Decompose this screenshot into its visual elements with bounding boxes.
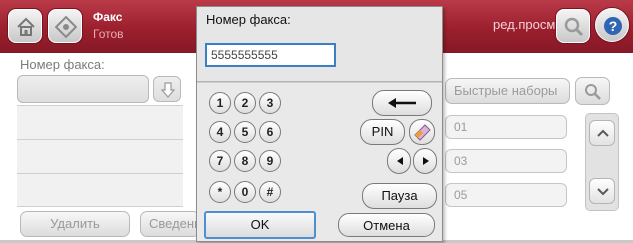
- key-star[interactable]: *: [209, 181, 231, 203]
- details-button[interactable]: Сведения: [140, 211, 200, 237]
- cursor-right-button[interactable]: [413, 148, 437, 174]
- cancel-button[interactable]: Отмена: [338, 213, 435, 237]
- delete-button[interactable]: Удалить: [20, 211, 130, 237]
- key-8[interactable]: 8: [234, 150, 256, 172]
- help-icon: ?: [602, 15, 624, 37]
- svg-text:?: ?: [609, 18, 618, 34]
- cursor-left-button[interactable]: [387, 148, 411, 174]
- clear-button[interactable]: [409, 119, 435, 145]
- dialog-title: Номер факса:: [206, 12, 291, 27]
- speed-dial-item[interactable]: 03: [445, 149, 567, 173]
- down-arrow-icon: [160, 81, 176, 99]
- speed-dial-search-button[interactable]: [575, 77, 610, 105]
- fax-number-label: Номер факса:: [20, 57, 105, 72]
- ok-button[interactable]: OK: [204, 211, 316, 239]
- search-icon: [563, 16, 585, 38]
- speed-dial-item[interactable]: 01: [445, 115, 567, 139]
- pause-button[interactable]: Пауза: [362, 183, 437, 209]
- key-0[interactable]: 0: [234, 181, 256, 203]
- key-1[interactable]: 1: [209, 92, 231, 114]
- app-title: Факс: [93, 10, 123, 24]
- list-divider: [17, 206, 183, 207]
- scroll-down-button[interactable]: [589, 178, 615, 204]
- key-7[interactable]: 7: [209, 150, 231, 172]
- speed-dial-item[interactable]: 05: [445, 183, 567, 207]
- home-icon: [15, 16, 37, 38]
- key-9[interactable]: 9: [259, 150, 281, 172]
- list-divider: [17, 139, 183, 140]
- recipient-list[interactable]: [17, 105, 183, 206]
- key-hash[interactable]: #: [259, 181, 281, 203]
- scroll-panel: [585, 113, 619, 211]
- add-number-button[interactable]: [153, 76, 181, 102]
- search-icon: [584, 83, 602, 101]
- fax-app-icon: [55, 16, 77, 38]
- pin-button[interactable]: PIN: [360, 119, 405, 145]
- right-arrow-icon: [421, 156, 431, 166]
- fax-app-button[interactable]: [48, 9, 82, 43]
- home-button[interactable]: [8, 9, 42, 43]
- fax-number-field[interactable]: [17, 75, 149, 103]
- key-2[interactable]: 2: [234, 92, 256, 114]
- key-4[interactable]: 4: [209, 121, 231, 143]
- list-divider: [17, 173, 183, 174]
- chevron-down-icon: [596, 187, 610, 197]
- chevron-up-icon: [596, 128, 610, 138]
- search-button[interactable]: [556, 9, 590, 43]
- key-5[interactable]: 5: [234, 121, 256, 143]
- scroll-up-button[interactable]: [589, 120, 615, 146]
- backspace-arrow-icon: [387, 97, 417, 109]
- dialog-header: Номер факса:: [197, 7, 442, 82]
- left-arrow-icon: [395, 156, 405, 166]
- eraser-icon: [414, 124, 431, 141]
- key-3[interactable]: 3: [259, 92, 281, 114]
- speed-dials-button[interactable]: Быстрые наборы: [445, 78, 570, 104]
- fax-number-input[interactable]: [205, 43, 336, 67]
- help-button[interactable]: ?: [595, 8, 629, 42]
- fax-keypad-dialog: Номер факса: 1 2 3 4 5 6 7 8 9 * 0 # PIN: [196, 6, 443, 242]
- edit-view-label[interactable]: ред.просм.: [493, 17, 559, 32]
- app-status: Готов: [93, 27, 124, 41]
- key-6[interactable]: 6: [259, 121, 281, 143]
- backspace-button[interactable]: [372, 90, 432, 116]
